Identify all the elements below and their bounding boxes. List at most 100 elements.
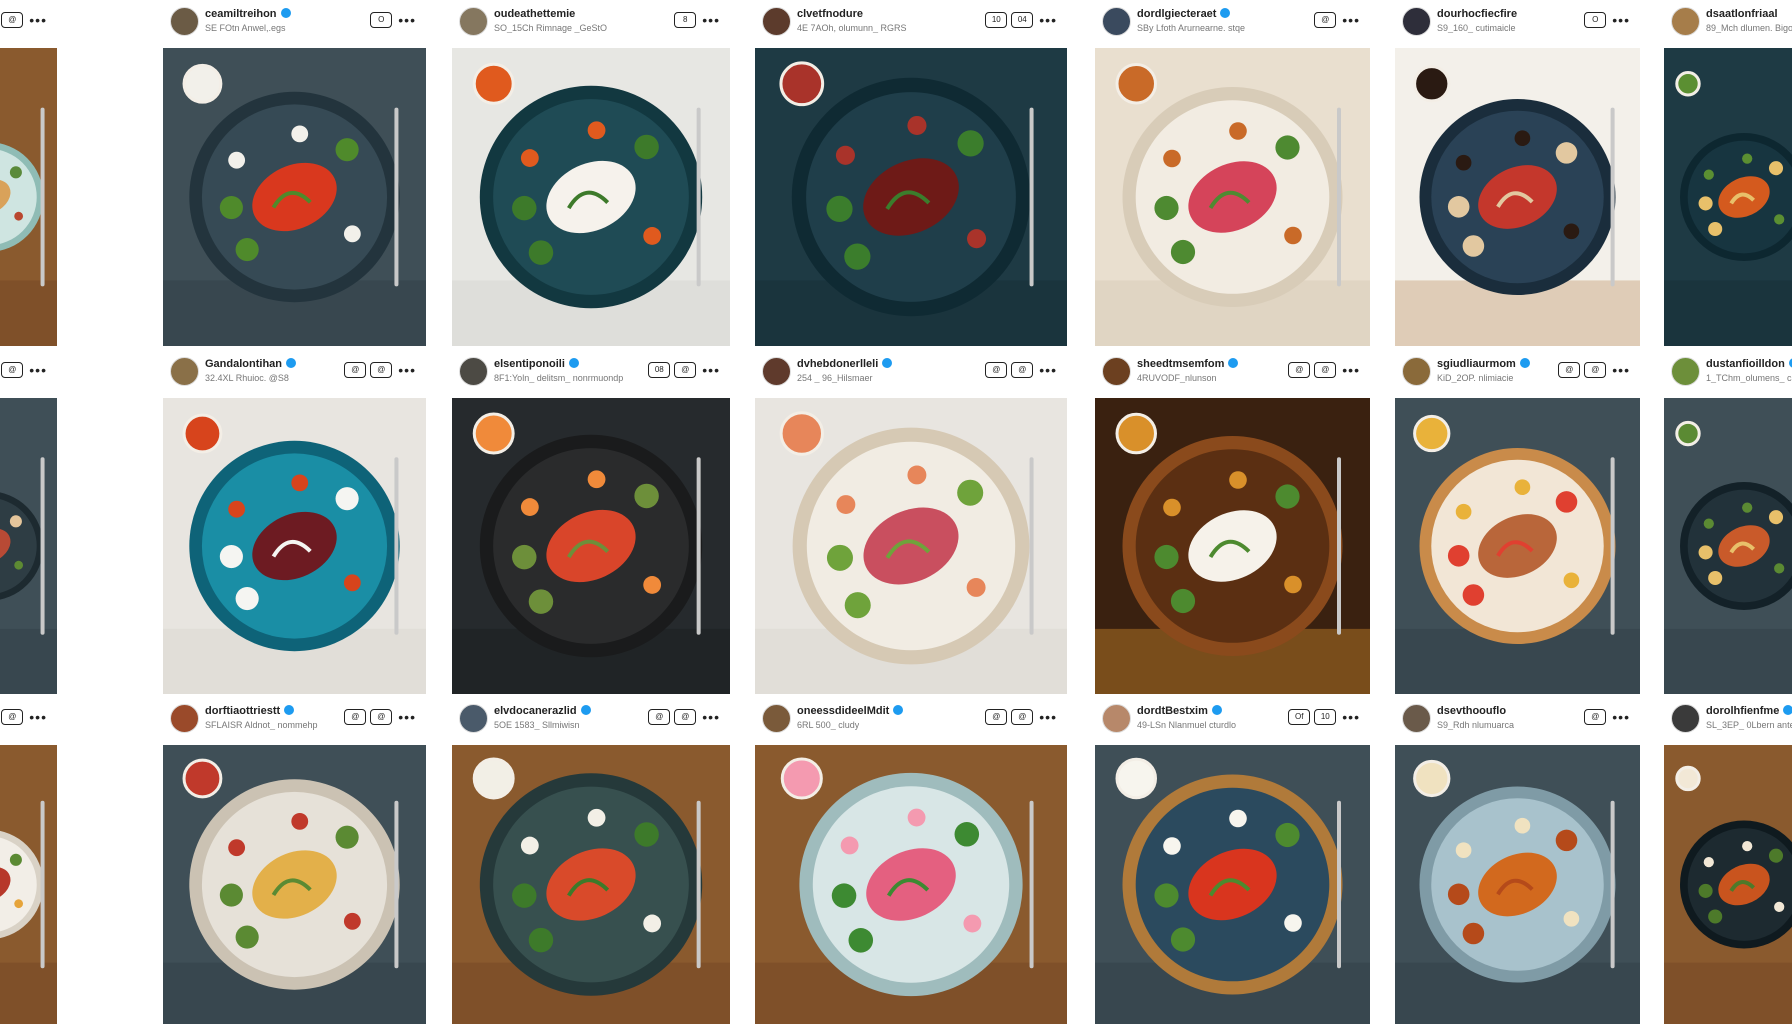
- post-control-button[interactable]: @: [985, 709, 1008, 725]
- more-options-icon[interactable]: •••: [1340, 363, 1362, 377]
- post-card[interactable]: dsevthoouflo S9_Rdh nlumuarca @ •••: [1395, 697, 1640, 1024]
- food-photo[interactable]: [452, 745, 730, 1024]
- food-photo[interactable]: [452, 398, 730, 694]
- avatar[interactable]: [762, 357, 791, 386]
- avatar[interactable]: [170, 7, 199, 36]
- username[interactable]: dvhebdonerlleli: [797, 358, 893, 370]
- avatar[interactable]: [762, 704, 791, 733]
- username[interactable]: oneessdideelMdit: [797, 705, 904, 717]
- post-control-button[interactable]: 10: [1314, 709, 1337, 725]
- avatar[interactable]: [459, 357, 488, 386]
- post-control-button[interactable]: @: [370, 709, 393, 725]
- food-photo[interactable]: [163, 745, 426, 1024]
- post-control-button[interactable]: Of: [1288, 709, 1311, 725]
- avatar[interactable]: [1671, 7, 1700, 36]
- avatar[interactable]: [1402, 7, 1431, 36]
- post-card[interactable]: dorolhfienfmeSL_3EP_ 0Lbern ante•••: [1664, 697, 1792, 1024]
- more-options-icon[interactable]: •••: [700, 363, 722, 377]
- food-photo[interactable]: [163, 398, 426, 694]
- username[interactable]: clvetfnodure: [797, 8, 863, 20]
- avatar[interactable]: [1671, 357, 1700, 386]
- post-control-button[interactable]: @: [1, 12, 24, 28]
- post-card[interactable]: oudeathettemie SO_15Ch Rimnage _GeStO 8 •••: [452, 0, 730, 346]
- more-options-icon[interactable]: •••: [396, 13, 418, 27]
- post-card[interactable]: dustanfioilldon1_TChm_olumens_ cacia•••: [1664, 350, 1792, 694]
- username[interactable]: dordtBestxim: [1137, 705, 1222, 717]
- post-control-button[interactable]: O: [370, 12, 393, 28]
- post-control-button[interactable]: @: [985, 362, 1008, 378]
- username[interactable]: dourhocfiecfire: [1437, 8, 1517, 20]
- avatar[interactable]: [762, 7, 791, 36]
- food-photo[interactable]: [1664, 745, 1792, 1024]
- more-options-icon[interactable]: •••: [700, 13, 722, 27]
- username[interactable]: oudeathettemie: [494, 8, 575, 20]
- post-card[interactable]: dordtBestxim 49-LSn Nlanmuel cturdlo Of 10 •…: [1095, 697, 1370, 1024]
- more-options-icon[interactable]: •••: [396, 363, 418, 377]
- username[interactable]: elvdocanerazlid: [494, 705, 591, 717]
- post-control-button[interactable]: @: [1584, 362, 1607, 378]
- post-card[interactable]: clvetfnodure 4E 7AOh, olumunn_ RGRS 10 04 ••…: [755, 0, 1067, 346]
- post-control-button[interactable]: O: [1584, 12, 1607, 28]
- food-photo[interactable]: [0, 398, 57, 694]
- avatar[interactable]: [1102, 704, 1131, 733]
- post-control-button[interactable]: @: [1584, 709, 1607, 725]
- food-photo[interactable]: [1095, 745, 1370, 1024]
- post-control-button[interactable]: 8: [674, 12, 697, 28]
- post-control-button[interactable]: 10: [985, 12, 1008, 28]
- avatar[interactable]: [170, 357, 199, 386]
- post-control-button[interactable]: @: [674, 709, 697, 725]
- post-control-button[interactable]: @: [648, 709, 671, 725]
- more-options-icon[interactable]: •••: [1340, 13, 1362, 27]
- post-control-button[interactable]: @: [1, 362, 24, 378]
- username[interactable]: dordlgiecteraet: [1137, 8, 1231, 20]
- more-options-icon[interactable]: •••: [1610, 710, 1632, 724]
- post-control-button[interactable]: 08: [648, 362, 671, 378]
- post-control-button[interactable]: @: [1288, 362, 1311, 378]
- post-card[interactable]: dordlgiecteraet SBy Lfoth Arurnearne. stq…: [1095, 0, 1370, 346]
- username[interactable]: dorftiaottriestt: [205, 705, 295, 717]
- post-control-button[interactable]: @: [1314, 12, 1337, 28]
- avatar[interactable]: [459, 704, 488, 733]
- food-photo[interactable]: [755, 48, 1067, 346]
- food-photo[interactable]: [1664, 48, 1792, 346]
- post-card[interactable]: oneessdideelMdit 6RL 500_ cludy @ @ •••: [755, 697, 1067, 1024]
- avatar[interactable]: [459, 7, 488, 36]
- post-control-button[interactable]: @: [1, 709, 24, 725]
- post-control-button[interactable]: @: [1558, 362, 1581, 378]
- food-photo[interactable]: [163, 48, 426, 346]
- avatar[interactable]: [1102, 7, 1131, 36]
- more-options-icon[interactable]: •••: [1037, 363, 1059, 377]
- avatar[interactable]: [170, 704, 199, 733]
- post-card[interactable]: ceamiltreihon SE FOtn Anwel,.egs O •••: [163, 0, 426, 346]
- more-options-icon[interactable]: •••: [396, 710, 418, 724]
- username[interactable]: ceamiltreihon: [205, 8, 291, 20]
- post-control-button[interactable]: 04: [1011, 12, 1034, 28]
- post-card[interactable]: dsaatlonfriaal89_Mch dlumen. Bigo•••: [1664, 0, 1792, 346]
- food-photo[interactable]: [0, 745, 57, 1024]
- post-control-button[interactable]: @: [344, 709, 367, 725]
- avatar[interactable]: [1402, 357, 1431, 386]
- post-card[interactable]: nemlyOf@•••: [0, 697, 57, 1024]
- more-options-icon[interactable]: •••: [27, 710, 49, 724]
- username[interactable]: dsaatlonfriaal: [1706, 8, 1778, 20]
- more-options-icon[interactable]: •••: [27, 363, 49, 377]
- food-photo[interactable]: [755, 398, 1067, 694]
- post-card[interactable]: Gandalontihan 32.4XL Rhuioc. @S8 @ @ •••: [163, 350, 426, 694]
- username[interactable]: sheedtmsemfom: [1137, 358, 1239, 370]
- username[interactable]: elsentiponoili: [494, 358, 579, 370]
- post-card[interactable]: dvhebdonerlleli 254 _ 96_Hilsmaer @ @ •••: [755, 350, 1067, 694]
- post-card[interactable]: dourhocfiecfire S9_160_ cutimaicle O •••: [1395, 0, 1640, 346]
- username[interactable]: dsevthoouflo: [1437, 705, 1506, 717]
- post-control-button[interactable]: @: [344, 362, 367, 378]
- post-card[interactable]: elsentiponoili 8F1:Yoln_ delitsm_ nonrmuo…: [452, 350, 730, 694]
- avatar[interactable]: [1102, 357, 1131, 386]
- food-photo[interactable]: [1395, 745, 1640, 1024]
- username[interactable]: Gandalontihan: [205, 358, 296, 370]
- more-options-icon[interactable]: •••: [1340, 710, 1362, 724]
- post-card[interactable]: dorftiaottriestt SFLAISR Aldnot_ nommehp @…: [163, 697, 426, 1024]
- post-control-button[interactable]: @: [1314, 362, 1337, 378]
- post-control-button[interactable]: @: [370, 362, 393, 378]
- post-card[interactable]: sgiudliaurmom KiD_2OP. nlimiacie @ @ •••: [1395, 350, 1640, 694]
- post-card[interactable]: @ •••: [0, 0, 57, 346]
- post-card[interactable]: sheedtmsemfom 4RUVODF_nlunson @ @ •••: [1095, 350, 1370, 694]
